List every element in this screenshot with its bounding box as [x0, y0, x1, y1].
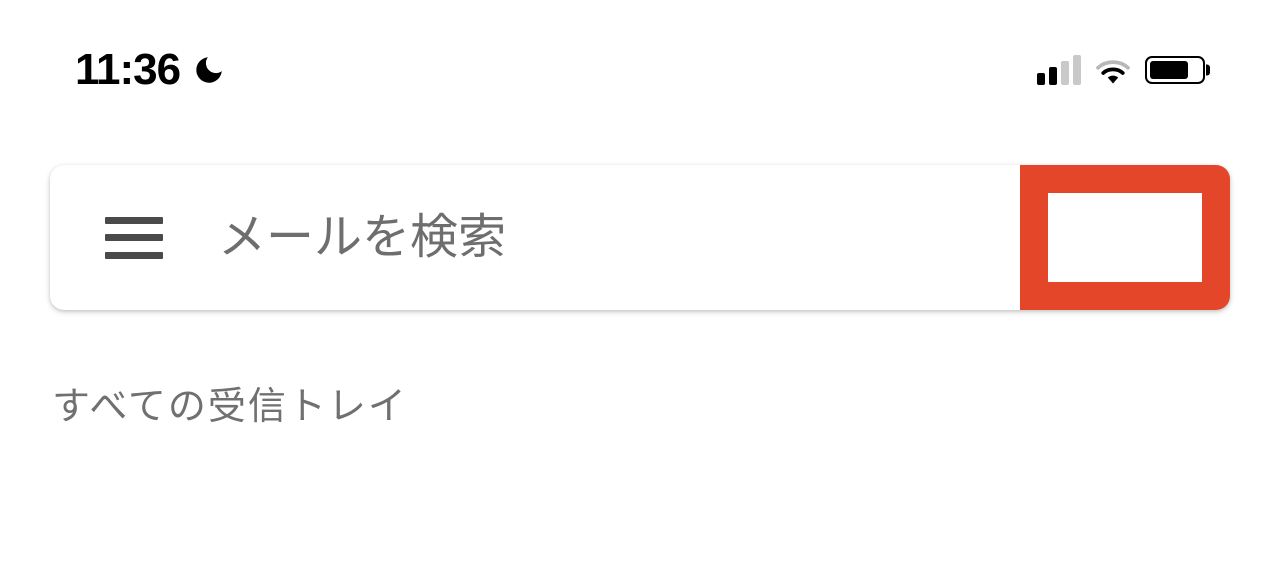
battery-icon — [1145, 56, 1205, 84]
section-label: すべての受信トレイ — [52, 375, 1280, 430]
cellular-signal-icon — [1037, 55, 1081, 85]
menu-icon[interactable] — [105, 217, 163, 259]
search-bar[interactable] — [50, 165, 1230, 310]
search-container — [50, 165, 1230, 310]
wifi-icon — [1095, 56, 1131, 84]
status-time: 11:36 — [75, 45, 180, 95]
avatar-highlight[interactable] — [1020, 165, 1230, 310]
status-right — [1037, 55, 1205, 85]
moon-icon — [192, 53, 226, 87]
status-bar: 11:36 — [0, 0, 1280, 115]
status-left: 11:36 — [75, 45, 226, 95]
